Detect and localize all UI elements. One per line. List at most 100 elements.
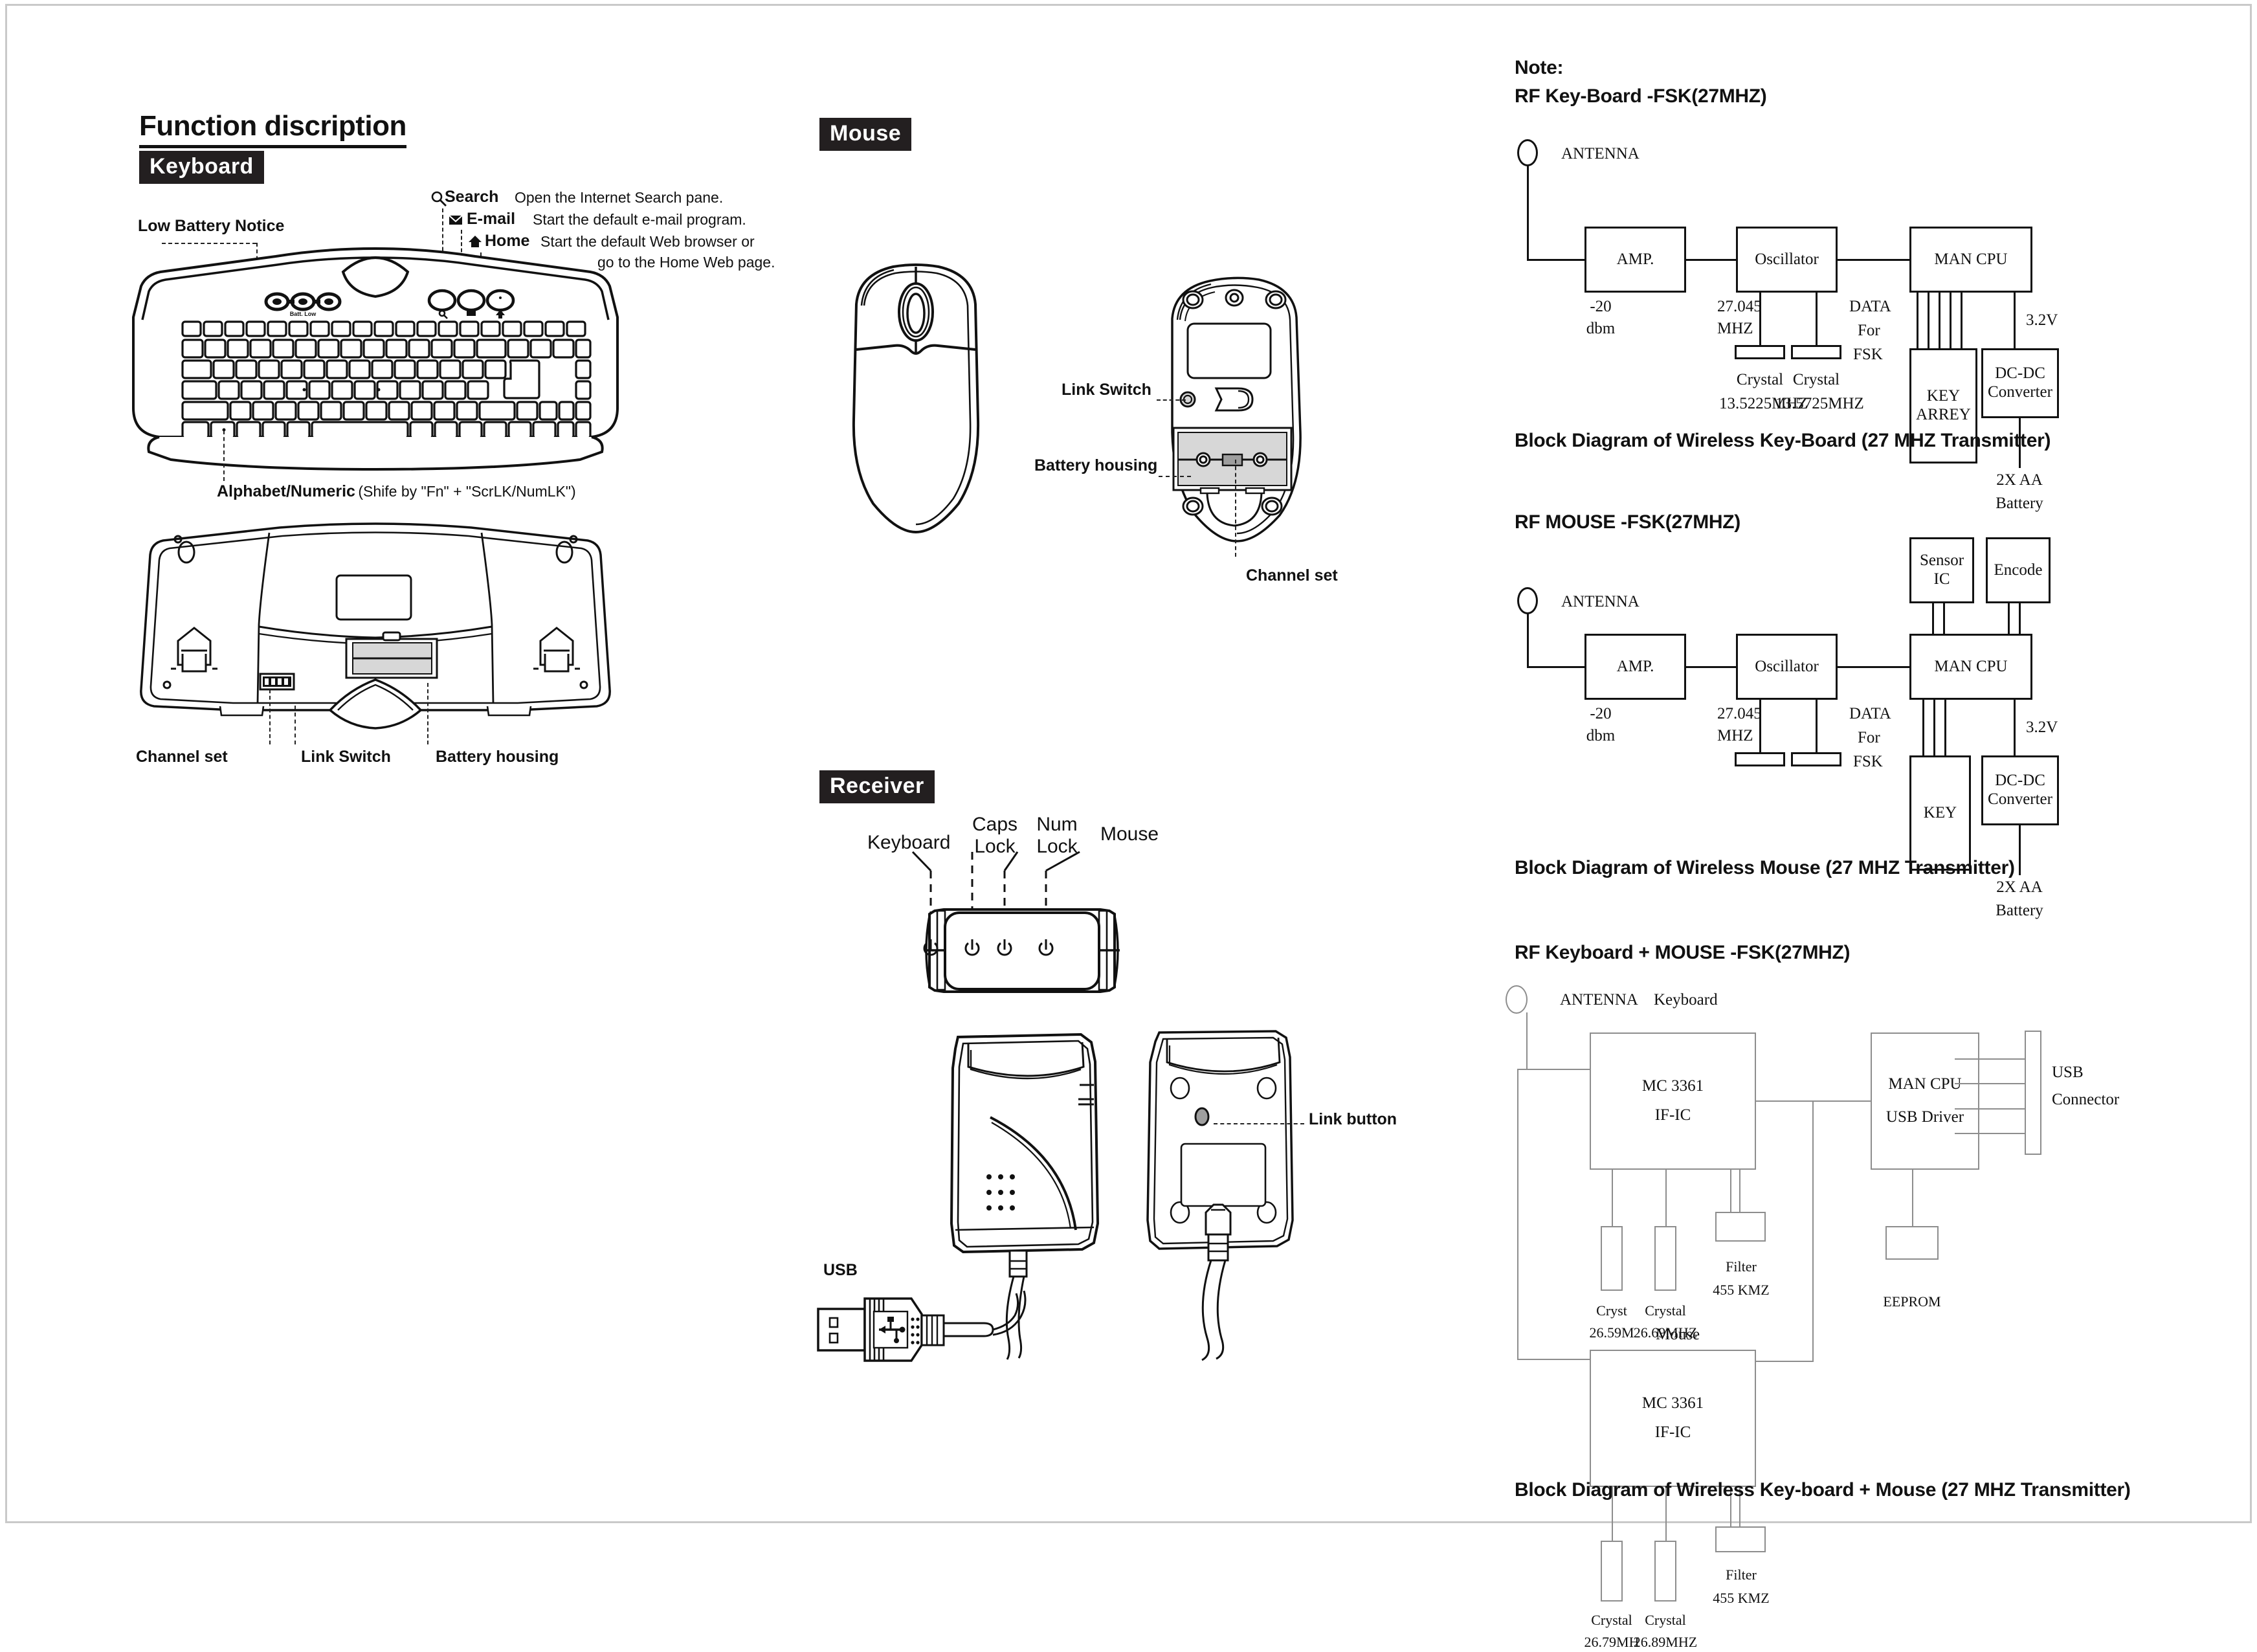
wire-dcdc-battery-mouse xyxy=(2019,825,2021,875)
usb-pin-1 xyxy=(1955,1058,2026,1060)
bus-kb-5 xyxy=(1961,292,1962,349)
note-label: Note: xyxy=(1515,57,1564,78)
leader-channel-set-kb xyxy=(269,689,271,744)
svg-text:Batt. Low: Batt. Low xyxy=(290,311,317,317)
antenna-label-mouse: ANTENNA xyxy=(1561,593,1640,610)
wire-antenna-to-kb xyxy=(1517,1069,1591,1070)
crystal-mouse-2 xyxy=(1654,1541,1676,1602)
callout-alphabet-numeric: Alphabet/Numeric (Shife by "Fn" + "ScrLK… xyxy=(217,482,576,501)
block-amp-kb: AMP. xyxy=(1584,227,1686,293)
block-oscillator-mouse-label: Oscillator xyxy=(1755,657,1819,675)
callout-link-button: Link button xyxy=(1309,1110,1397,1128)
wire-osc-cpu-kb xyxy=(1837,259,1910,261)
leader-low-battery-h xyxy=(162,243,256,244)
label-freq-unit-kb: MHZ xyxy=(1717,320,1753,337)
bus-kb-2 xyxy=(1928,292,1929,349)
block-cpu-usb-kbmouse: MAN CPU USB Driver xyxy=(1871,1032,1979,1170)
bus-mouse-3 xyxy=(1944,699,1946,756)
battery-housing-mouse xyxy=(1172,427,1293,495)
block-ific-keyboard-line2: IF-IC xyxy=(1654,1106,1691,1124)
label-data3-mouse: FSK xyxy=(1853,753,1883,770)
crystal-1-name-kb: Crystal xyxy=(1736,371,1784,388)
bus-mouse-1 xyxy=(1922,699,1924,756)
wire-antenna-trunk xyxy=(1526,1012,1528,1069)
callout-usb: USB xyxy=(823,1261,858,1279)
label-freq-kb: 27.045 xyxy=(1717,298,1762,315)
crystal-2-value-kb: 13.5725MHZ xyxy=(1775,395,1864,412)
crystal-kb-2 xyxy=(1654,1226,1676,1291)
leader-channel-set-mouse xyxy=(1235,460,1236,557)
block-cpu-kb: MAN CPU xyxy=(1909,227,2032,293)
branch-label-mouse: Mouse xyxy=(1656,1326,1700,1343)
receiver-body-rear xyxy=(1146,1030,1294,1361)
block-key-array-kb-line2: ARREY xyxy=(1916,406,1971,423)
leader-link-switch-kb xyxy=(295,706,296,744)
wire-osc-cpu-mouse xyxy=(1837,666,1910,668)
label-data-mouse: DATA xyxy=(1849,705,1891,722)
mouse-bottom-view xyxy=(1171,276,1302,542)
callout-battery-housing-mouse: Battery housing xyxy=(1034,456,1158,474)
block-ific-mouse-line2: IF-IC xyxy=(1654,1423,1691,1441)
label-battery-mouse: 2X AA xyxy=(1996,878,2043,896)
block-dcdc-kb-line1: DC-DC xyxy=(1995,364,2045,383)
block-cpu-mouse-label: MAN CPU xyxy=(1934,657,2008,675)
block-cpu-mouse: MAN CPU xyxy=(1909,634,2032,700)
usb-connector-block xyxy=(2025,1031,2041,1155)
wire-ific-kb-cpu xyxy=(1755,1100,1872,1102)
branch-label-keyboard: Keyboard xyxy=(1654,991,1718,1009)
bus-kb-1 xyxy=(1917,292,1918,349)
callout-low-battery: Low Battery Notice xyxy=(138,217,285,235)
callout-battery-housing-kb: Battery housing xyxy=(436,748,559,766)
wire-antenna-mouse xyxy=(1527,613,1529,667)
block-cpu-kb-label: MAN CPU xyxy=(1934,250,2008,268)
filter-kb-name: Filter xyxy=(1726,1258,1757,1275)
block-ific-keyboard: MC 3361 IF-IC xyxy=(1590,1032,1756,1170)
wire-kb-filter-2 xyxy=(1739,1169,1740,1213)
antenna-label-kb: ANTENNA xyxy=(1561,145,1640,162)
link-button-receiver xyxy=(1194,1107,1210,1126)
filter-mouse xyxy=(1715,1526,1766,1552)
crystal-2-mouse xyxy=(1791,752,1841,766)
block-dcdc-kb: DC-DC Converter xyxy=(1981,348,2059,418)
block-amp-mouse: AMP. xyxy=(1584,634,1686,700)
section-tag-keyboard: Keyboard xyxy=(139,151,264,184)
wire-cpu-eeprom xyxy=(1912,1169,1913,1227)
diagram-caption-keyboard: Block Diagram of Wireless Key-Board (27 … xyxy=(1515,430,2051,451)
filter-mouse-value: 455 KMZ xyxy=(1713,1590,1770,1606)
label-battery-kb: 2X AA xyxy=(1996,471,2043,489)
diagram-caption-kbmouse: Block Diagram of Wireless Key-board + Mo… xyxy=(1515,1479,2131,1501)
usb-connector-label-2: Connector xyxy=(2052,1091,2120,1108)
label-data-kb: DATA xyxy=(1849,298,1891,315)
hotkey-name-email: E-mail xyxy=(467,210,516,228)
label-voltage-kb: 3.2V xyxy=(2026,311,2058,329)
antenna-icon-mouse xyxy=(1517,587,1538,614)
block-amp-mouse-label: AMP. xyxy=(1616,657,1654,675)
receiver-led-label-capslock-1: Caps xyxy=(972,814,1018,835)
block-encode-mouse: Encode xyxy=(1986,537,2051,603)
crystal-mouse-1 xyxy=(1601,1541,1623,1602)
wire-cpu-dcdc-mouse xyxy=(2014,699,2016,756)
wire-antenna-to-mouse xyxy=(1517,1359,1591,1360)
diagram-title-keyboard: RF Key-Board -FSK(27MHZ) xyxy=(1515,85,1767,107)
channel-set-switch xyxy=(259,673,295,691)
filter-kb-value: 455 KMZ xyxy=(1713,1282,1770,1298)
wire-xtal2-mouse xyxy=(1816,699,1818,753)
usb-pin-4 xyxy=(1955,1133,2026,1134)
label-data2-kb: For xyxy=(1858,322,1880,339)
callout-channel-set-mouse: Channel set xyxy=(1246,566,1338,585)
bus-mouse-2 xyxy=(1933,699,1935,756)
envelope-icon xyxy=(449,215,463,225)
wire-ific-mouse-trunk xyxy=(1755,1361,1814,1362)
label-freq-unit-mouse: MHZ xyxy=(1717,727,1753,744)
block-sensor-ic-mouse: Sensor IC xyxy=(1909,537,1974,603)
section-tag-mouse: Mouse xyxy=(819,118,912,151)
block-key-mouse-label: KEY xyxy=(1923,803,1957,821)
leader-link-switch-mouse xyxy=(1157,399,1186,401)
antenna-icon-kb xyxy=(1517,139,1538,166)
block-ific-mouse: MC 3361 IF-IC xyxy=(1590,1350,1756,1487)
diagram-title-kbmouse: RF Keyboard + MOUSE -FSK(27MHZ) xyxy=(1515,942,1851,963)
label-voltage-mouse: 3.2V xyxy=(2026,719,2058,736)
block-oscillator-kb-label: Oscillator xyxy=(1755,250,1819,268)
wire-kb-filter-1 xyxy=(1730,1169,1731,1213)
usb-trident-icon xyxy=(873,1310,909,1349)
